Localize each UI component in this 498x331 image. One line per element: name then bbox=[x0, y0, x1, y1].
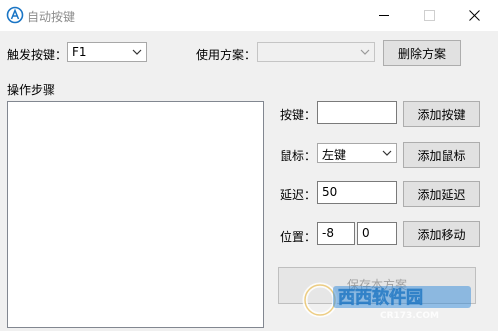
steps-list[interactable] bbox=[7, 101, 264, 328]
mouse-label: 鼠标： bbox=[280, 149, 317, 163]
add-move-button[interactable]: 添加移动 bbox=[403, 221, 480, 247]
add-delay-button[interactable]: 添加延迟 bbox=[403, 181, 480, 207]
minimize-button[interactable] bbox=[360, 0, 406, 31]
minimize-icon bbox=[379, 15, 389, 16]
maximize-icon bbox=[424, 10, 435, 21]
close-button[interactable] bbox=[452, 0, 498, 31]
key-input[interactable] bbox=[317, 101, 397, 124]
title-bar: 自动按键 bbox=[0, 0, 498, 31]
scheme-label: 使用方案： bbox=[196, 48, 257, 62]
delay-label: 延迟： bbox=[280, 188, 317, 202]
position-y-input[interactable]: 0 bbox=[357, 222, 397, 245]
scheme-select[interactable] bbox=[257, 42, 375, 62]
delay-input[interactable]: 50 bbox=[317, 181, 397, 204]
position-label: 位置： bbox=[280, 230, 317, 244]
position-x-input[interactable]: -8 bbox=[317, 222, 355, 245]
app-logo-icon bbox=[6, 6, 24, 24]
add-key-button[interactable]: 添加按键 bbox=[403, 101, 480, 127]
watermark-logo: 西西软件园 CR173.COM bbox=[300, 280, 475, 321]
window-title: 自动按键 bbox=[27, 10, 76, 24]
watermark-brand: 西西软件园 bbox=[338, 287, 423, 308]
maximize-button[interactable] bbox=[406, 0, 452, 31]
key-label: 按键： bbox=[280, 108, 317, 122]
delete-scheme-button[interactable]: 删除方案 bbox=[383, 40, 461, 66]
chevron-down-icon bbox=[132, 49, 142, 55]
chevron-down-icon bbox=[382, 150, 392, 156]
trigger-key-label: 触发按键： bbox=[7, 48, 68, 62]
chevron-down-icon bbox=[360, 49, 370, 55]
add-mouse-button[interactable]: 添加鼠标 bbox=[403, 142, 480, 168]
mouse-button-value: 左键 bbox=[322, 148, 347, 162]
steps-label: 操作步骤 bbox=[7, 83, 56, 97]
trigger-key-value: F1 bbox=[72, 45, 87, 59]
close-icon bbox=[469, 10, 480, 21]
app-window: 自动按键 触发按键： F1 使用方案： 删除方案 操作步骤 按键： 添加按键 鼠… bbox=[0, 0, 498, 331]
trigger-key-select[interactable]: F1 bbox=[67, 42, 147, 62]
watermark-domain: CR173.COM bbox=[380, 311, 439, 320]
mouse-button-select[interactable]: 左键 bbox=[317, 143, 397, 163]
